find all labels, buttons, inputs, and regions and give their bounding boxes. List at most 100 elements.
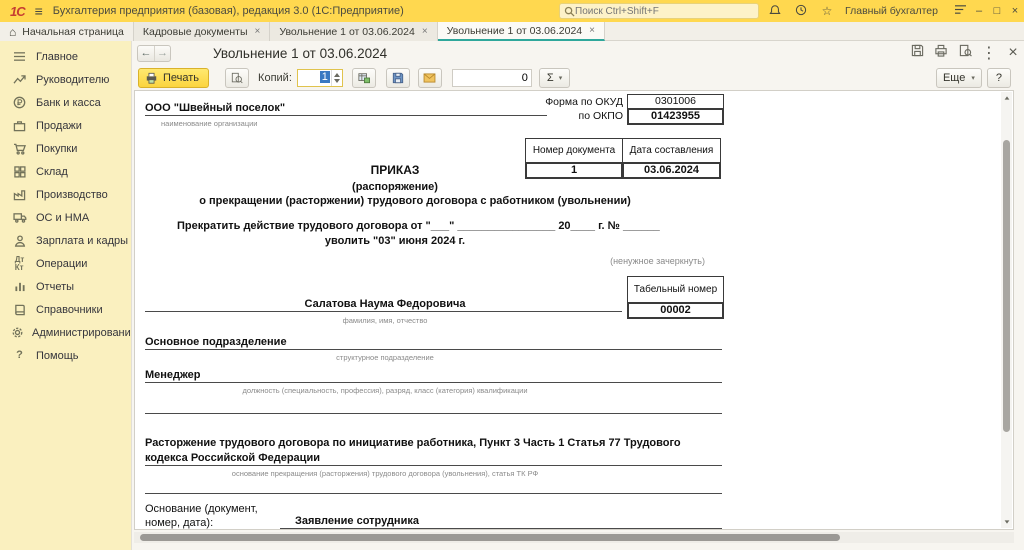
book-icon <box>11 303 28 317</box>
vertical-scroll-thumb[interactable] <box>1003 140 1010 432</box>
sidebar-item-bank-i-kassa[interactable]: Банк и касса <box>0 91 131 114</box>
employee-number-header: Табельный номер <box>627 276 724 303</box>
search-input[interactable] <box>575 6 745 17</box>
scroll-up-icon[interactable] <box>1004 96 1009 99</box>
order-subtitle: (распоряжение) <box>145 181 645 193</box>
current-user[interactable]: Главный бухгалтер <box>845 5 938 17</box>
horizontal-scrollbar[interactable] <box>134 532 1014 543</box>
dt-kt-icon: ДтКт <box>11 257 28 271</box>
tab-close-icon[interactable]: × <box>589 25 595 36</box>
employee-number-value: 00002 <box>627 302 724 319</box>
order-subject: о прекращении (расторжении) трудового до… <box>135 195 695 207</box>
sidebar-item-label: Производство <box>36 189 108 201</box>
sidebar-item-label: Главное <box>36 51 78 63</box>
vertical-scrollbar[interactable] <box>1001 92 1012 528</box>
print-settings-icon <box>357 72 371 84</box>
save-copy-button[interactable] <box>386 68 410 88</box>
truck-icon <box>11 211 28 225</box>
sidebar-item-pomosch[interactable]: ? Помощь <box>0 344 131 367</box>
sidebar-item-os-i-nma[interactable]: ОС и НМА <box>0 206 131 229</box>
tabbar: ⌂ Начальная страница Кадровые документы … <box>0 22 1024 41</box>
history-icon[interactable] <box>791 4 811 19</box>
bar-chart-icon <box>11 280 28 294</box>
preview-button[interactable] <box>225 68 249 88</box>
back-button[interactable]: ← <box>138 46 154 61</box>
tab-uvolnenie-2-active[interactable]: Увольнение 1 от 03.06.2024 × <box>438 22 605 41</box>
print-icon[interactable] <box>929 44 953 62</box>
more-button[interactable]: Еще ▾ <box>936 68 982 88</box>
dismiss-line: уволить "03" июня 2024 г. <box>145 235 645 247</box>
diskette-icon <box>392 72 404 84</box>
sidebar-item-operacii[interactable]: ДтКт Операции <box>0 252 131 275</box>
basis-label-line1: Основание (документ, <box>145 503 258 515</box>
print-form-area: Форма по ОКУД 0301006 по ОКПО 01423955 О… <box>134 90 1014 530</box>
favorites-star-icon[interactable]: ☆ <box>817 4 837 18</box>
sidebar-item-pokupki[interactable]: Покупки <box>0 137 131 160</box>
sidebar-item-label: Склад <box>36 166 68 178</box>
print-preview-icon[interactable] <box>953 44 977 62</box>
notifications-bell-icon[interactable] <box>765 4 785 19</box>
kebab-menu-icon[interactable]: ⋮ <box>977 43 1001 63</box>
ruble-circle-icon <box>11 96 28 110</box>
okud-value-box: 0301006 <box>627 94 724 109</box>
sidebar-item-administrirovanie[interactable]: Администрирование <box>0 321 131 344</box>
forward-button[interactable]: → <box>154 46 170 61</box>
sidebar-item-glavnoe[interactable]: Главное <box>0 45 131 68</box>
tab-home[interactable]: ⌂ Начальная страница <box>0 22 134 41</box>
main-menu-icon[interactable]: ≡ <box>33 3 53 19</box>
tab-close-icon[interactable]: × <box>422 26 428 37</box>
strike-note: (ненужное зачеркнуть) <box>455 256 705 266</box>
dropdown-icon: ▾ <box>971 74 975 82</box>
tab-kadrovye-dokumenty[interactable]: Кадровые документы × <box>134 22 271 41</box>
print-button-label: Печать <box>163 72 199 84</box>
close-button[interactable]: × <box>1006 5 1024 17</box>
sidebar-item-label: Зарплата и кадры <box>36 235 128 247</box>
printer-icon <box>145 72 158 84</box>
sidebar-item-label: Продажи <box>36 120 82 132</box>
global-search[interactable] <box>559 3 759 19</box>
content-panel: ← → Увольнение 1 от 03.06.2024 ⋮ × Печат… <box>131 41 1024 550</box>
sidebar-item-label: Руководителю <box>36 74 109 86</box>
sidebar-item-spravochniki[interactable]: Справочники <box>0 298 131 321</box>
sidebar: Главное Руководителю Банк и касса Продаж… <box>0 41 131 550</box>
form-title: Увольнение 1 от 03.06.2024 <box>213 46 387 61</box>
app-title: Бухгалтерия предприятия (базовая), редак… <box>53 5 404 17</box>
minimize-button[interactable]: – <box>970 5 988 17</box>
horizontal-scroll-thumb[interactable] <box>140 534 840 541</box>
sidebar-item-sklad[interactable]: Склад <box>0 160 131 183</box>
print-button[interactable]: Печать <box>138 68 209 88</box>
home-icon: ⌂ <box>9 25 16 39</box>
save-icon[interactable] <box>905 44 929 62</box>
close-form-icon[interactable]: × <box>1001 44 1024 62</box>
magnifier-icon <box>231 72 243 84</box>
sidebar-item-label: Помощь <box>36 350 79 362</box>
sidebar-item-otchety[interactable]: Отчеты <box>0 275 131 298</box>
dropdown-icon: ▾ <box>559 74 563 82</box>
tab-close-icon[interactable]: × <box>255 26 261 37</box>
sidebar-item-zarplata-i-kadry[interactable]: Зарплата и кадры <box>0 229 131 252</box>
service-menu-icon[interactable] <box>950 4 970 18</box>
sidebar-item-rukovoditelyu[interactable]: Руководителю <box>0 68 131 91</box>
sidebar-item-label: ОС и НМА <box>36 212 89 224</box>
tab-uvolnenie-1[interactable]: Увольнение 1 от 03.06.2024 × <box>270 22 437 41</box>
stepper-arrows-icon[interactable] <box>331 70 342 86</box>
sidebar-item-proizvodstvo[interactable]: Производство <box>0 183 131 206</box>
cart-icon <box>11 142 28 156</box>
sidebar-item-label: Справочники <box>36 304 103 316</box>
sidebar-item-prodazhi[interactable]: Продажи <box>0 114 131 137</box>
copies-stepper[interactable]: 1 <box>297 69 343 87</box>
scroll-down-icon[interactable] <box>1004 520 1009 523</box>
sidebar-item-label: Банк и касса <box>36 97 101 109</box>
maximize-button[interactable]: □ <box>988 5 1006 17</box>
doc-number-header: Номер документа <box>525 138 623 163</box>
empty-line <box>145 493 722 494</box>
send-email-button[interactable] <box>418 68 442 88</box>
sum-field[interactable] <box>452 69 532 87</box>
okpo-value-box: 01423955 <box>627 108 724 125</box>
copies-label: Копий: <box>258 72 292 84</box>
sum-button[interactable]: Σ ▾ <box>539 68 570 88</box>
titlebar: 1С ≡ Бухгалтерия предприятия (базовая), … <box>0 0 1024 22</box>
print-settings-button[interactable] <box>352 68 376 88</box>
help-button[interactable]: ? <box>987 68 1011 88</box>
gear-icon <box>11 326 24 340</box>
